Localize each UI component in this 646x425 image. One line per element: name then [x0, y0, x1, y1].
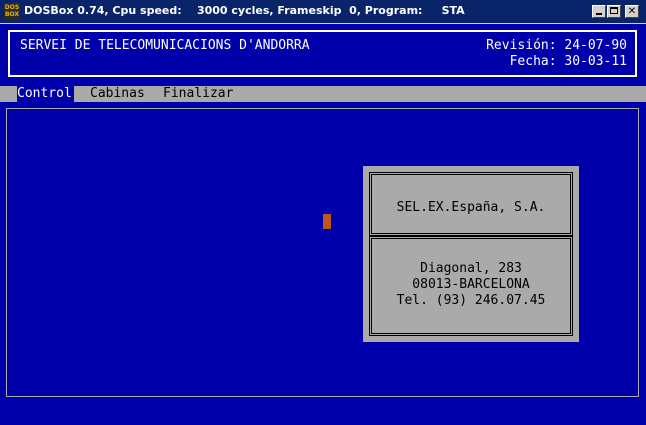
current-date: Fecha: 30-03-11: [509, 54, 627, 69]
minimize-button[interactable]: [592, 5, 606, 18]
address-street: Diagonal, 283: [420, 261, 522, 276]
dosbox-app-icon[interactable]: DOS BOX: [4, 3, 20, 20]
menu-item-finalizar[interactable]: Finalizar: [163, 86, 233, 102]
window-titlebar[interactable]: DOS BOX DOSBox 0.74, Cpu speed: 3000 cyc…: [0, 0, 646, 24]
organization-title: SERVEI DE TELECOMUNICACIONS D'ANDORRA: [20, 38, 310, 53]
close-button[interactable]: ✕: [625, 5, 639, 18]
company-address-box: Diagonal, 283 08013-BARCELONA Tel. (93) …: [369, 236, 573, 336]
menu-item-cabinas[interactable]: Cabinas: [90, 86, 145, 102]
maximize-icon: [610, 7, 618, 14]
company-name-box: SEL.EX.España, S.A.: [369, 172, 573, 236]
header-frame: SERVEI DE TELECOMUNICACIONS D'ANDORRA Re…: [8, 30, 637, 77]
minimize-icon: [596, 13, 602, 15]
menu-item-control[interactable]: Control: [17, 86, 74, 102]
address-city: 08013-BARCELONA: [412, 277, 530, 292]
window-title: DOSBox 0.74, Cpu speed: 3000 cycles, Fra…: [24, 4, 465, 17]
address-phone: Tel. (93) 246.07.45: [396, 293, 546, 308]
app-icon-label: DOS BOX: [4, 4, 20, 18]
dos-screen[interactable]: SERVEI DE TELECOMUNICACIONS D'ANDORRA Re…: [0, 24, 646, 425]
revision-date: Revisión: 24-07-90: [486, 38, 627, 53]
menu-bar: Control Cabinas Finalizar: [0, 86, 646, 102]
company-name: SEL.EX.España, S.A.: [396, 200, 546, 215]
close-icon: ✕: [627, 6, 637, 17]
text-cursor: [323, 214, 331, 229]
maximize-button[interactable]: [607, 5, 621, 18]
company-info-panel: SEL.EX.España, S.A. Diagonal, 283 08013-…: [363, 166, 579, 342]
